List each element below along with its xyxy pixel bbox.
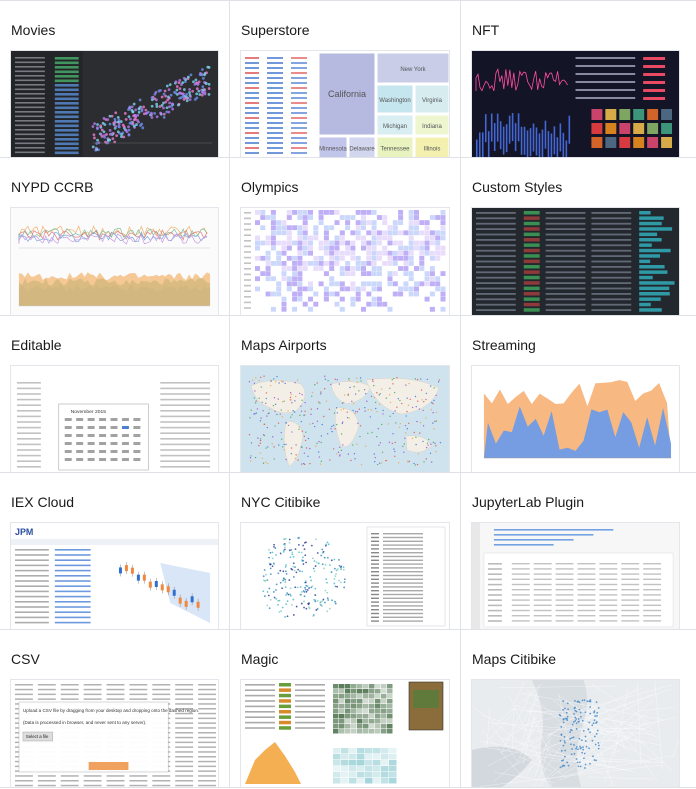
- card-title[interactable]: NYPD CCRB: [11, 178, 93, 196]
- treemap-label: Minnesota: [319, 147, 347, 153]
- gallery-card-streaming[interactable]: Streaming: [461, 316, 696, 473]
- card-thumbnail[interactable]: November 2015: [11, 366, 218, 472]
- thumbnail-art: [11, 208, 218, 315]
- gallery-card-nyc-citibike[interactable]: NYC Citibike: [230, 473, 461, 630]
- gallery-card-maps-citibike[interactable]: Maps Citibike: [461, 630, 696, 788]
- card-title[interactable]: JupyterLab Plugin: [472, 493, 584, 511]
- csv-dialog-note: (Data is processed in browser, and never…: [23, 720, 146, 725]
- card-thumbnail[interactable]: [241, 523, 449, 629]
- card-thumbnail[interactable]: [11, 51, 218, 157]
- gallery-card-csv[interactable]: CSV Upload a CSV file by dragging from yo…: [0, 630, 230, 788]
- card-title[interactable]: Olympics: [241, 178, 299, 196]
- card-thumbnail[interactable]: Upload a CSV file by dragging from your …: [11, 680, 218, 787]
- card-title[interactable]: Streaming: [472, 336, 536, 354]
- gallery-card-nypd-ccrb[interactable]: NYPD CCRB: [0, 158, 230, 316]
- thumbnail-art: [472, 523, 679, 629]
- gallery-card-superstore[interactable]: Superstore California New York Washington Vi…: [230, 1, 461, 158]
- month-label: November 2015: [71, 409, 107, 415]
- gallery-card-nft[interactable]: NFT: [461, 1, 696, 158]
- gallery-card-olympics[interactable]: Olympics: [230, 158, 461, 316]
- treemap-label: Indiana: [422, 124, 442, 130]
- card-title[interactable]: Magic: [241, 650, 278, 668]
- gallery-card-maps-airports[interactable]: Maps Airports: [230, 316, 461, 473]
- thumbnail-art: JPM: [11, 523, 218, 629]
- treemap-label: California: [328, 89, 366, 99]
- thumbnail-art: [241, 208, 449, 315]
- card-title[interactable]: Superstore: [241, 21, 309, 39]
- treemap-label: Michigan: [383, 124, 407, 130]
- card-thumbnail[interactable]: [11, 208, 218, 315]
- card-thumbnail[interactable]: California New York Washington Virginia Mich…: [241, 51, 449, 157]
- card-title[interactable]: NFT: [472, 21, 499, 39]
- thumbnail-art: [241, 366, 449, 472]
- treemap-label: Washington: [379, 98, 410, 104]
- gallery-card-movies[interactable]: Movies: [0, 1, 230, 158]
- thumbnail-art: [472, 366, 679, 472]
- gallery-card-jupyterlab-plugin[interactable]: JupyterLab Plugin: [461, 473, 696, 630]
- gallery-card-iex-cloud[interactable]: IEX Cloud JPM: [0, 473, 230, 630]
- card-title[interactable]: NYC Citibike: [241, 493, 320, 511]
- thumbnail-art: [11, 51, 218, 157]
- ticker-label: JPM: [15, 527, 33, 537]
- gallery-card-editable[interactable]: Editable November 2015: [0, 316, 230, 473]
- card-thumbnail[interactable]: [472, 208, 679, 315]
- card-title[interactable]: Movies: [11, 21, 55, 39]
- treemap-label: Illinois: [424, 147, 441, 153]
- card-title[interactable]: Custom Styles: [472, 178, 562, 196]
- card-title[interactable]: Maps Citibike: [472, 650, 556, 668]
- select-file-button[interactable]: Select a file: [26, 734, 49, 739]
- thumbnail-art: [472, 680, 679, 787]
- example-gallery-grid: Movies Superstore California New York Washin…: [0, 0, 696, 789]
- card-thumbnail[interactable]: [241, 208, 449, 315]
- thumbnail-art: [241, 523, 449, 629]
- thumbnail-art: California New York Washington Virginia Mich…: [241, 51, 449, 157]
- card-title[interactable]: Maps Airports: [241, 336, 327, 354]
- card-thumbnail[interactable]: [472, 680, 679, 787]
- treemap-label: Delaware: [349, 147, 375, 153]
- card-thumbnail[interactable]: [241, 680, 449, 787]
- gallery-card-custom-styles[interactable]: Custom Styles: [461, 158, 696, 316]
- card-thumbnail[interactable]: [472, 523, 679, 629]
- treemap-label: Tennessee: [380, 147, 410, 153]
- thumbnail-art: Upload a CSV file by dragging from your …: [11, 680, 218, 787]
- thumbnail-art: November 2015: [11, 366, 218, 472]
- card-thumbnail[interactable]: [472, 51, 679, 157]
- treemap-label: New York: [400, 67, 426, 73]
- card-thumbnail[interactable]: [241, 366, 449, 472]
- thumbnail-art: [472, 208, 679, 315]
- card-thumbnail[interactable]: [472, 366, 679, 472]
- treemap-label: Virginia: [422, 98, 443, 104]
- card-thumbnail[interactable]: JPM: [11, 523, 218, 629]
- card-title[interactable]: CSV: [11, 650, 40, 668]
- thumbnail-art: [241, 680, 449, 787]
- card-title[interactable]: IEX Cloud: [11, 493, 74, 511]
- thumbnail-art: [472, 51, 679, 157]
- card-title[interactable]: Editable: [11, 336, 62, 354]
- gallery-card-magic[interactable]: Magic: [230, 630, 461, 788]
- csv-dialog-text: Upload a CSV file by dragging from your …: [23, 708, 199, 713]
